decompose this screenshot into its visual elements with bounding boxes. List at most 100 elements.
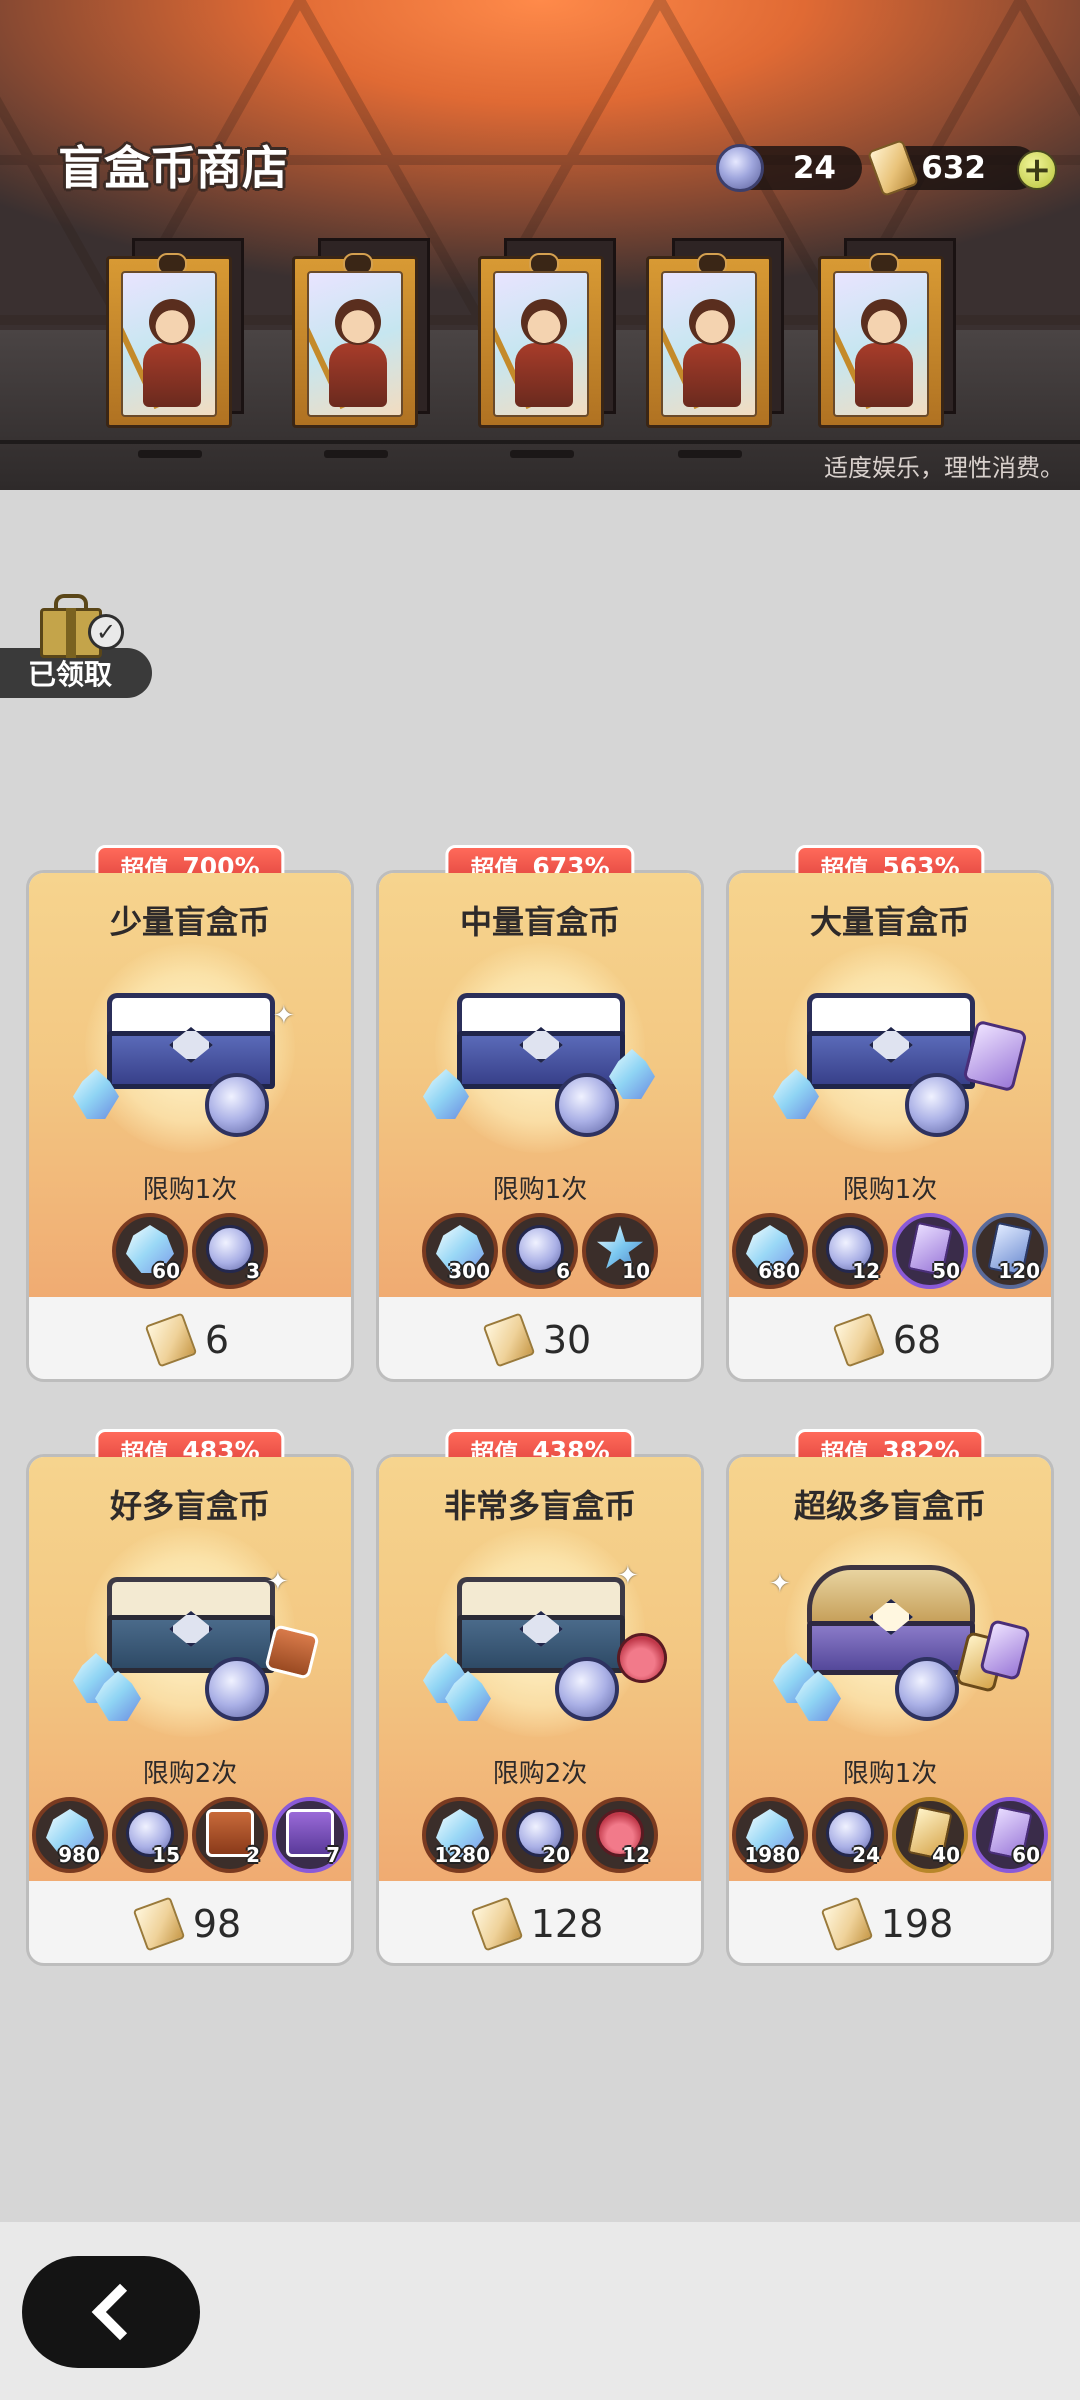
shelf-peg <box>324 450 388 458</box>
add-currency-button[interactable]: + <box>1017 150 1057 190</box>
purchase-limit: 限购1次 <box>142 1175 238 1205</box>
price-value: 30 <box>542 1318 592 1362</box>
shelf-peg <box>678 450 742 458</box>
reward-coin: 15 <box>112 1797 188 1873</box>
hero-figure-icon <box>861 299 907 345</box>
reward-coin: 12 <box>812 1213 888 1289</box>
reward-coin: 24 <box>812 1797 888 1873</box>
treasure-chest-icon <box>807 1565 975 1675</box>
reward-list: 680 12 50 120 <box>729 1213 1051 1293</box>
ticket-icon <box>132 1896 186 1952</box>
reward-crystal: 980 <box>32 1797 108 1873</box>
reward-coin: 3 <box>192 1213 268 1289</box>
shelf-peg <box>138 450 202 458</box>
ticket-icon <box>820 1896 874 1952</box>
price-button[interactable]: 6 <box>29 1303 351 1377</box>
treasure-chest-icon <box>457 1577 625 1673</box>
reward-gold-card: 40 <box>892 1797 968 1873</box>
blindbox-coin-icon <box>555 1657 619 1721</box>
product-name: 超级多盲盒币 <box>793 1487 986 1525</box>
ticket-balance: 632 <box>866 138 1038 198</box>
sparkle-icon: ✦ <box>273 1001 295 1031</box>
hero-figure-icon <box>335 299 381 345</box>
reward-blue-card: 120 <box>972 1213 1048 1289</box>
blindbox <box>646 232 786 428</box>
reward-purple-card: 50 <box>892 1213 968 1289</box>
product-name: 非常多盲盒币 <box>443 1487 636 1525</box>
price-value: 68 <box>892 1318 942 1362</box>
hero-figure-icon <box>149 299 195 345</box>
product-card[interactable]: 超值 700% 少量盲盒币 ✦ 限购1次 60 3 6 <box>26 845 354 1382</box>
reward-list: 980 15 2 7 <box>29 1797 351 1877</box>
product-name: 中量盲盒币 <box>459 903 620 941</box>
check-icon: ✓ <box>88 614 124 650</box>
blindbox-coin-icon <box>555 1073 619 1137</box>
back-button[interactable] <box>22 2256 200 2368</box>
product-card[interactable]: 超值 438% 非常多盲盒币 ✦ 限购2次 1280 20 12 128 <box>376 1429 704 1966</box>
blindbox <box>818 232 958 428</box>
price-value: 6 <box>204 1318 230 1362</box>
treasure-chest-icon <box>807 993 975 1089</box>
blindbox-coin-icon <box>895 1657 959 1721</box>
reward-crystal: 60 <box>112 1213 188 1289</box>
purchase-limit: 限购1次 <box>492 1175 588 1205</box>
reward-crystal: 1980 <box>732 1797 808 1873</box>
product-card[interactable]: 超值 382% 超级多盲盒币 ✦ 限购1次 1980 24 40 60 198 <box>726 1429 1054 1966</box>
treasure-chest-icon <box>107 993 275 1089</box>
reward-paw: 12 <box>582 1797 658 1873</box>
shelf-edge <box>0 440 1080 444</box>
sparkle-icon: ✦ <box>267 1567 289 1597</box>
disclaimer-text: 适度娱乐，理性消费。 <box>824 454 1064 482</box>
product-name: 大量盲盒币 <box>809 903 970 941</box>
blindbox <box>106 232 246 428</box>
price-button[interactable]: 128 <box>379 1887 701 1961</box>
blindbox-coin-icon <box>716 144 764 192</box>
product-card[interactable]: 超值 563% 大量盲盒币 限购1次 680 12 50 120 68 <box>726 845 1054 1382</box>
ticket-icon <box>144 1312 198 1368</box>
price-value: 98 <box>192 1902 242 1946</box>
product-name: 少量盲盒币 <box>109 903 270 941</box>
purchase-limit: 限购1次 <box>842 1759 938 1789</box>
reward-coin: 6 <box>502 1213 578 1289</box>
price-value: 198 <box>880 1902 954 1946</box>
price-button[interactable]: 198 <box>729 1887 1051 1961</box>
reward-coin: 20 <box>502 1797 578 1873</box>
price-button[interactable]: 98 <box>29 1887 351 1961</box>
hero-figure-icon <box>689 299 735 345</box>
sparkle-icon: ✦ <box>769 1569 791 1599</box>
price-button[interactable]: 30 <box>379 1303 701 1377</box>
price-button[interactable]: 68 <box>729 1303 1051 1377</box>
price-value: 128 <box>530 1902 604 1946</box>
page-title: 盲盒币商店 <box>58 141 288 195</box>
chevron-left-icon <box>91 2283 149 2341</box>
sparkle-icon: ✦ <box>617 1561 639 1591</box>
reward-mystery-gift: 2 <box>192 1797 268 1873</box>
treasure-chest-icon <box>457 993 625 1089</box>
treasure-chest-icon <box>107 1577 275 1673</box>
reward-list: 1280 20 12 <box>379 1797 701 1877</box>
reward-purple-mystery-gift: 7 <box>272 1797 348 1873</box>
shelf-peg <box>510 450 574 458</box>
product-card[interactable]: 超值 483% 好多盲盒币 ✦ 限购2次 980 15 2 7 98 <box>26 1429 354 1966</box>
coin-balance: 24 <box>716 144 862 192</box>
reward-crystal: 300 <box>422 1213 498 1289</box>
coin-balance-value: 24 <box>792 150 836 186</box>
reward-star-crystal: 10 <box>582 1213 658 1289</box>
blindbox-display <box>0 232 1080 432</box>
purchase-limit: 限购1次 <box>842 1175 938 1205</box>
reward-list: 60 3 <box>29 1213 351 1293</box>
purchase-limit: 限购2次 <box>142 1759 238 1789</box>
bottom-bar <box>0 2222 1080 2400</box>
purchase-limit: 限购2次 <box>492 1759 588 1789</box>
product-card[interactable]: 超值 673% 中量盲盒币 限购1次 300 6 10 30 <box>376 845 704 1382</box>
gift-claimed-icon: ✓ <box>40 594 124 660</box>
ticket-icon <box>482 1312 536 1368</box>
reward-purple-card: 60 <box>972 1797 1048 1873</box>
blindbox <box>292 232 432 428</box>
blindbox-coin-icon <box>205 1073 269 1137</box>
reward-list: 1980 24 40 60 <box>729 1797 1051 1877</box>
shop-header: 盲盒币商店 24 632 + 适度娱乐，理性消费。 <box>0 0 1080 490</box>
blindbox-coin-icon <box>905 1073 969 1137</box>
reward-crystal: 1280 <box>422 1797 498 1873</box>
product-name: 好多盲盒币 <box>109 1487 270 1525</box>
